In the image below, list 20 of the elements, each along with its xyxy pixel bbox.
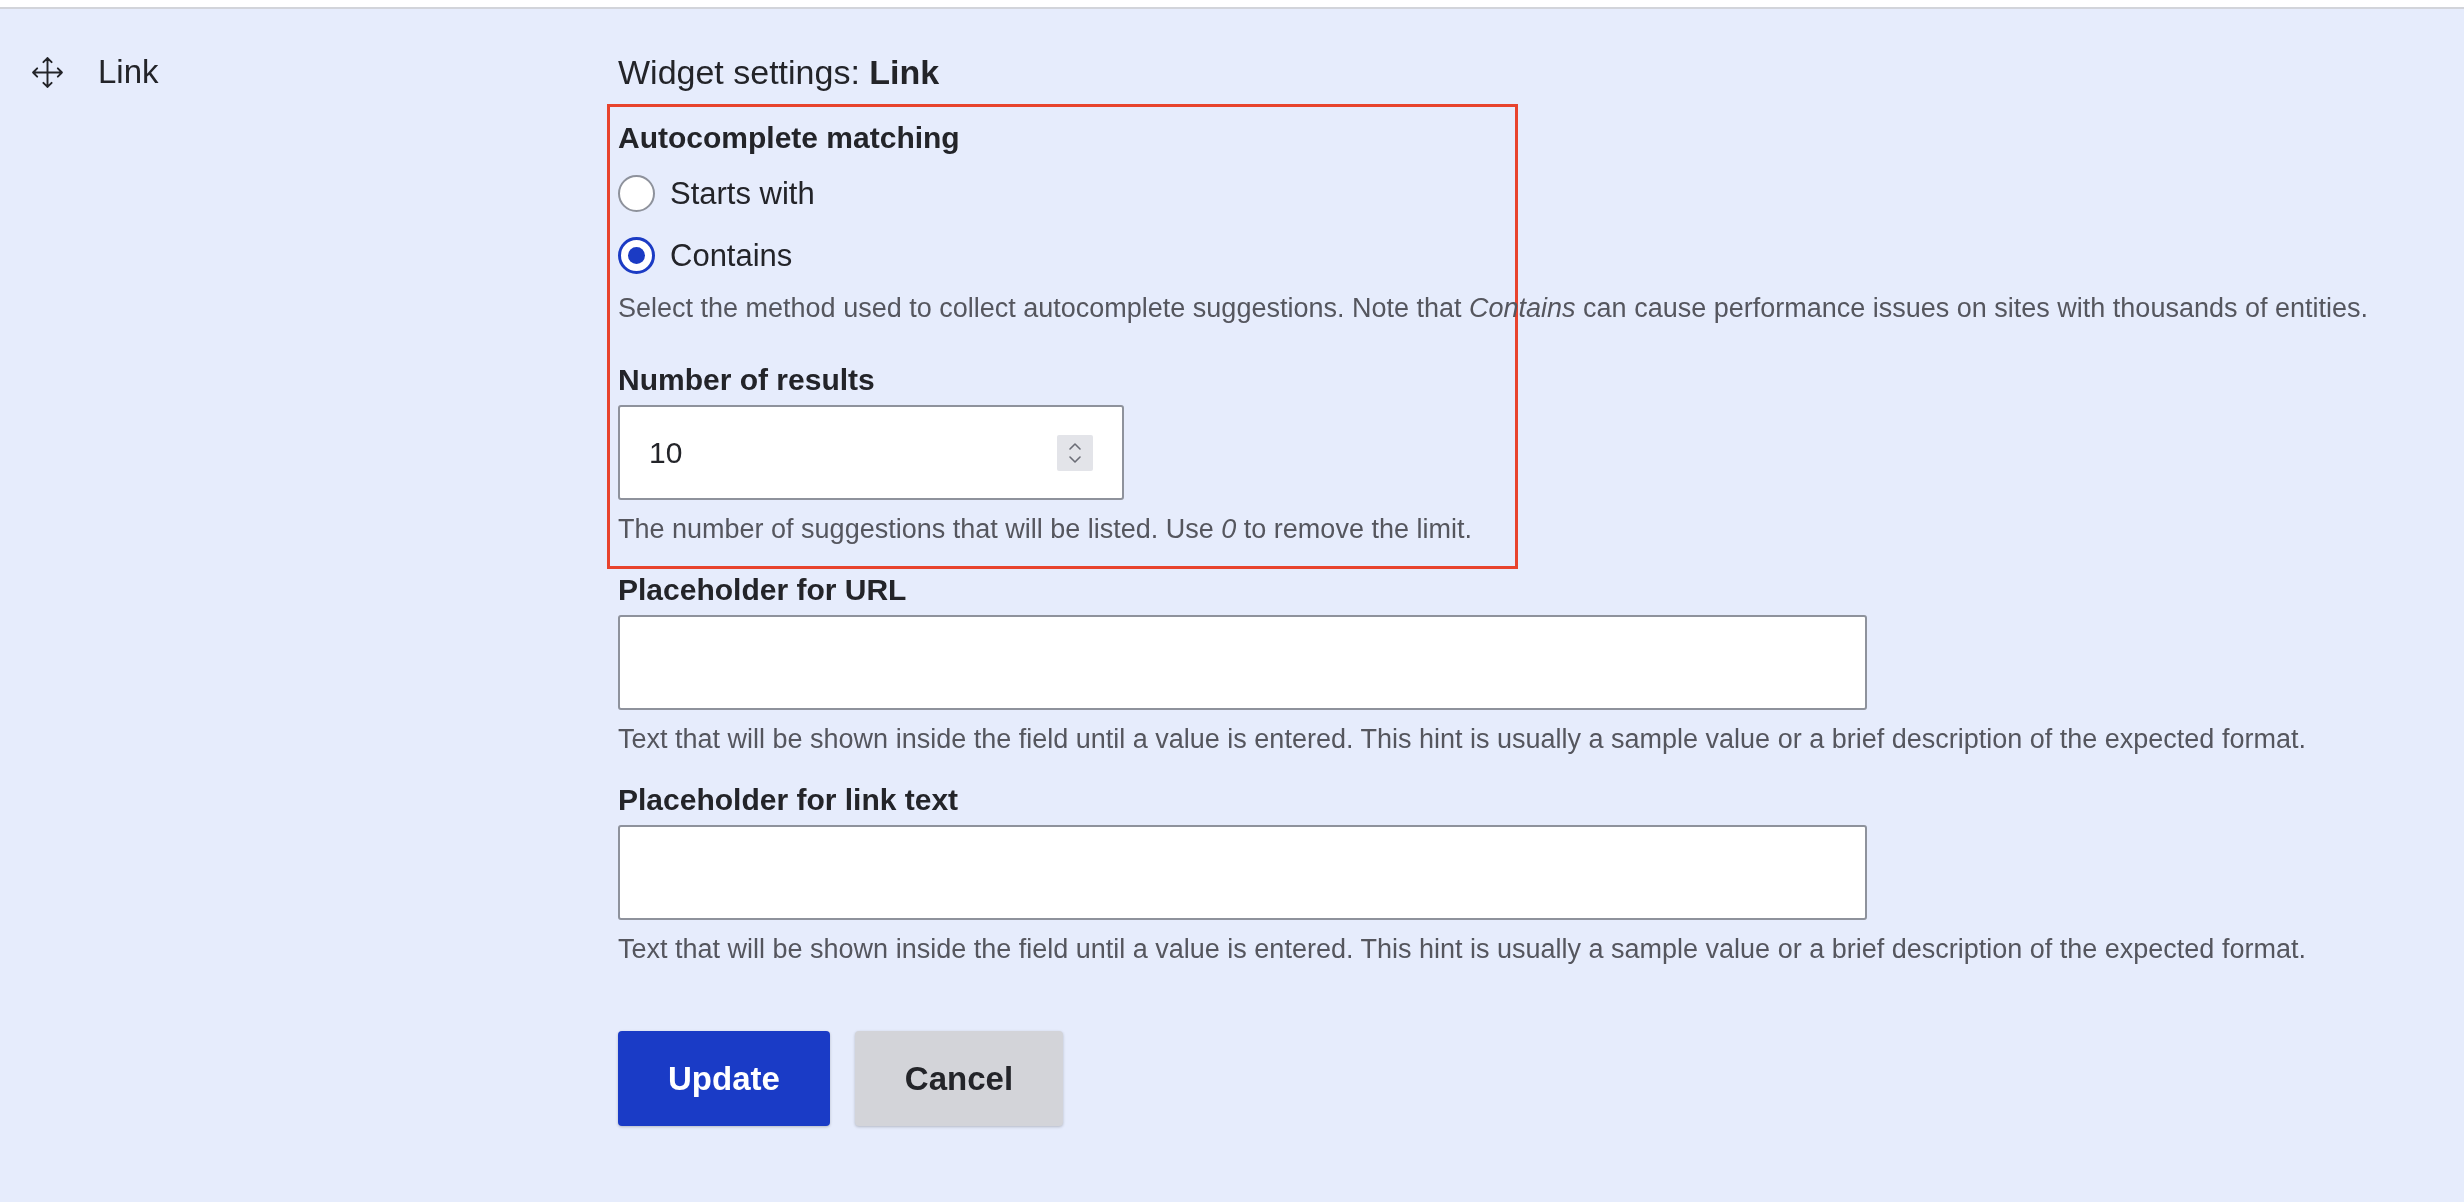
spin-chevrons-icon[interactable] (1057, 435, 1093, 471)
field-label: Placeholder for link text (618, 783, 959, 817)
field-label: Number of results (618, 363, 875, 397)
section-title: Widget settings: Link (618, 52, 940, 92)
text-field[interactable] (618, 825, 1867, 920)
help-text: The number of suggestions that will be listed. Use 0 to remove the limit. (618, 513, 1472, 545)
option-label[interactable]: Contains (670, 237, 793, 274)
field-label: Placeholder for URL (618, 573, 907, 607)
number-field[interactable]: 10 (618, 405, 1124, 500)
option-label[interactable]: Starts with (670, 175, 815, 212)
row-label: Link (98, 52, 159, 92)
move-icon[interactable] (31, 55, 64, 89)
radio-button[interactable] (618, 175, 655, 212)
text-field[interactable] (618, 615, 1867, 710)
radio-button[interactable] (618, 237, 655, 274)
update-button[interactable]: Update (618, 1031, 830, 1126)
help-text: Text that will be shown inside the field until a value is entered. This hint is usually a sample value or a brief description of the expected format. (618, 723, 2306, 755)
help-text: Text that will be shown inside the field until a value is entered. This hint is usually a sample value or a brief description of the expected format. (618, 933, 2306, 965)
field-label: Autocomplete matching (618, 121, 960, 155)
cancel-button[interactable]: Cancel (854, 1031, 1064, 1126)
